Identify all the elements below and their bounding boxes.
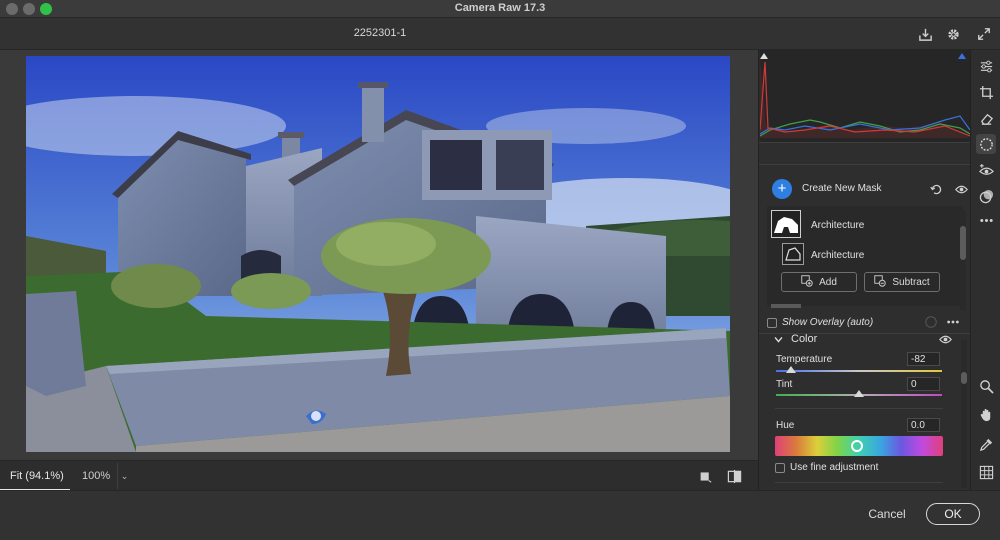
show-overlay-checkbox[interactable] xyxy=(767,318,777,328)
hue-label: Hue xyxy=(776,420,795,431)
temperature-value[interactable]: -82 xyxy=(907,352,940,366)
before-after-toggle-icon[interactable] xyxy=(695,466,715,486)
color-section-header[interactable]: Color xyxy=(759,333,971,351)
panel-scrollbar[interactable] xyxy=(961,340,967,488)
mask-list-scroll-thumb[interactable] xyxy=(960,226,966,260)
mask-component-architecture-icon[interactable] xyxy=(782,243,804,265)
presets-icon[interactable] xyxy=(976,186,996,206)
dialog-footer: Cancel OK xyxy=(0,490,1000,540)
mask-header: + Create New Mask xyxy=(759,172,971,206)
settings-gear-icon[interactable] xyxy=(943,24,963,44)
mask-visibility-eye-icon[interactable] xyxy=(951,179,971,199)
histogram xyxy=(759,50,971,142)
eraser-icon[interactable] xyxy=(976,108,996,128)
document-header: 2252301-1 xyxy=(0,18,1000,50)
color-visibility-eye-icon[interactable] xyxy=(935,329,955,349)
add-mask-button[interactable]: Add xyxy=(781,272,857,292)
zoom-100-button[interactable]: 100% xyxy=(82,470,110,482)
grid-icon[interactable] xyxy=(976,462,996,482)
image-canvas[interactable] xyxy=(0,50,758,460)
tool-strip xyxy=(970,50,1000,490)
temperature-slider-thumb[interactable] xyxy=(785,366,796,373)
hue-slider-knob[interactable] xyxy=(851,440,863,452)
mask-thumbnail[interactable] xyxy=(771,210,801,238)
edit-sliders-icon[interactable] xyxy=(976,56,996,76)
color-section-title: Color xyxy=(791,333,818,345)
zoom-fit-button[interactable]: Fit (94.1%) xyxy=(0,461,70,491)
tint-label: Tint xyxy=(776,379,793,390)
file-name: 2252301-1 xyxy=(353,27,407,39)
more-icon[interactable] xyxy=(976,210,996,230)
add-mask-icon xyxy=(801,274,813,290)
mask-list-scrollbar[interactable] xyxy=(960,210,966,310)
temperature-slider[interactable] xyxy=(776,370,942,372)
hand-icon[interactable] xyxy=(976,404,996,424)
red-eye-icon[interactable] xyxy=(976,160,996,180)
fine-adjustment-checkbox[interactable] xyxy=(775,463,785,473)
fullscreen-icon[interactable] xyxy=(974,24,994,44)
temperature-label: Temperature xyxy=(776,354,833,365)
zoom-bar: Fit (94.1%) 100% ⌄ xyxy=(0,460,758,491)
crop-icon[interactable] xyxy=(976,82,996,102)
tint-value[interactable]: 0 xyxy=(907,377,940,391)
subtract-mask-label: Subtract xyxy=(892,276,930,288)
subtract-mask-icon xyxy=(874,274,887,290)
masking-icon[interactable] xyxy=(976,134,996,154)
create-mask-plus-icon[interactable]: + xyxy=(772,179,792,199)
cancel-button[interactable]: Cancel xyxy=(862,505,912,525)
zoom-dropdown-chevron-icon[interactable]: ⌄ xyxy=(117,463,131,489)
reset-mask-icon[interactable] xyxy=(926,179,946,199)
create-new-mask-label[interactable]: Create New Mask xyxy=(802,183,881,194)
edit-panel: + Create New Mask Architecture Architect… xyxy=(758,50,971,490)
mask-list-resize-handle[interactable] xyxy=(771,304,801,308)
ok-button[interactable]: OK xyxy=(926,503,980,525)
eyedropper-icon[interactable] xyxy=(976,434,996,454)
mask-name[interactable]: Architecture xyxy=(811,220,864,231)
show-overlay-label: Show Overlay (auto) xyxy=(782,317,874,328)
subtract-mask-button[interactable]: Subtract xyxy=(864,272,940,292)
mask-component-name[interactable]: Architecture xyxy=(811,250,864,261)
compare-view-icon[interactable] xyxy=(724,466,744,486)
save-icon[interactable] xyxy=(915,24,935,44)
tint-slider-thumb[interactable] xyxy=(854,390,864,397)
title-bar: Camera Raw 17.3 xyxy=(0,0,1000,18)
photo-preview[interactable] xyxy=(26,56,730,452)
app-title: Camera Raw 17.3 xyxy=(454,2,546,14)
panel-scroll-thumb[interactable] xyxy=(961,372,967,384)
collapse-chevron-icon[interactable] xyxy=(771,332,785,346)
zoom-icon[interactable] xyxy=(976,376,996,396)
fine-adjustment-label: Use fine adjustment xyxy=(790,462,879,473)
add-mask-label: Add xyxy=(819,276,837,288)
hue-value[interactable]: 0.0 xyxy=(907,418,940,432)
